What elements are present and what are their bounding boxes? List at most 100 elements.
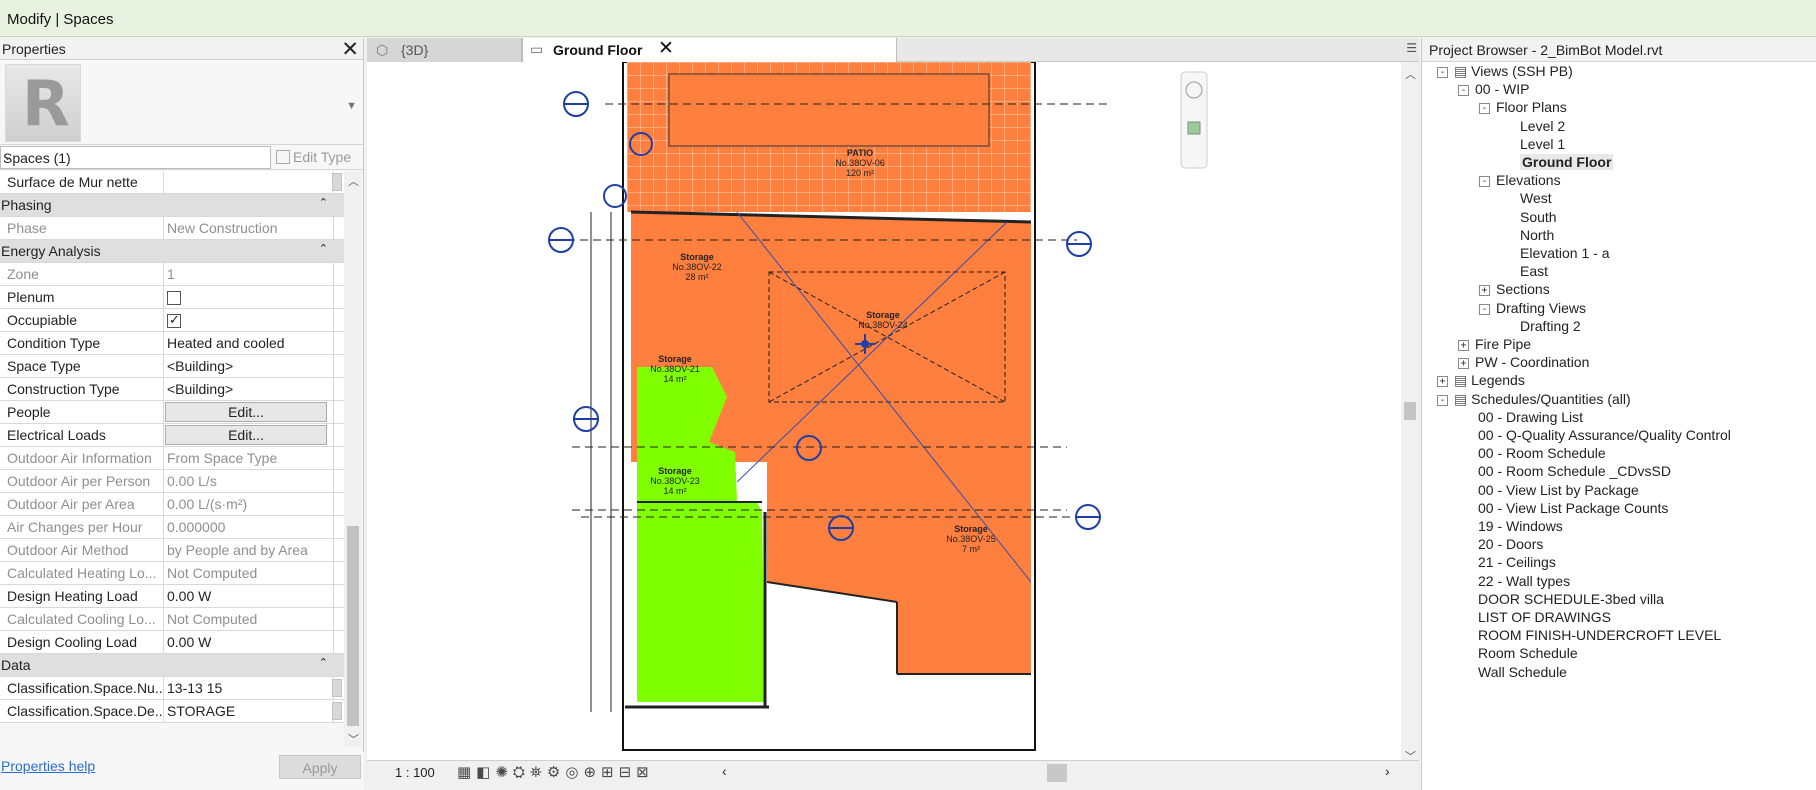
row-action-box[interactable] [332,702,342,720]
property-row[interactable]: Phase New Construction [0,217,344,240]
collapse-icon[interactable]: ⌃ [319,656,328,669]
edit-button[interactable]: Edit... [165,402,327,422]
property-value[interactable]: <Building> [165,378,332,400]
property-value[interactable]: 0.000000 [165,516,332,538]
property-row[interactable]: Classification.Space.De... STORAGE [0,700,344,723]
property-row[interactable]: People Edit... [0,401,344,424]
collapse-icon[interactable]: - [1458,85,1469,97]
scroll-thumb[interactable] [347,526,359,726]
room-name: Storage [680,252,714,262]
storage-room-green-2[interactable] [637,502,765,702]
floor-plan-icon: ▭ [530,41,544,57]
property-row[interactable]: Design Cooling Load 0.00 W [0,631,344,654]
expand-icon[interactable]: + [1458,340,1469,351]
property-value[interactable]: 1 [165,263,332,285]
close-tab-icon[interactable]: ✕ [658,37,674,60]
scroll-up-icon[interactable]: ︿ [348,173,359,189]
tab-menu-icon[interactable]: ☰ [1406,41,1417,55]
tab-ground-floor[interactable]: ▭ Ground Floor ✕ [522,38,897,62]
group-label: Data [1,657,31,673]
room-number: No.38OV-21 [650,364,700,374]
property-value[interactable]: From Space Type [165,447,332,469]
property-value[interactable]: 0.00 L/(s·m²) [165,493,332,515]
expand-icon[interactable]: + [1458,358,1469,370]
property-checkbox[interactable] [167,291,181,305]
horizontal-scroll-thumb[interactable] [1047,764,1067,782]
property-group-header[interactable]: Data ⌃ [0,654,344,677]
property-row[interactable]: Calculated Heating Lo... Not Computed [0,562,344,585]
collapse-icon[interactable]: ⌃ [319,196,328,209]
row-action-box[interactable] [332,679,342,697]
chevron-down-icon[interactable]: ▼ [346,100,357,112]
row-tail [333,539,344,561]
navigation-bar[interactable] [1180,71,1208,169]
drawing-canvas[interactable]: PATIO No.38OV-06 120 m² Storage No.38OV-… [367,62,1401,766]
type-selector-dropdown[interactable]: Spaces (1) ⌄ [0,146,271,169]
canvas-vertical-scrollbar[interactable]: ︿ ﹀ [1401,62,1419,766]
property-row[interactable]: Construction Type <Building> [0,378,344,401]
property-row[interactable]: Condition Type Heated and cooled [0,332,344,355]
expand-icon[interactable]: + [1479,285,1490,297]
zoom-icon[interactable] [1187,121,1201,135]
collapse-icon[interactable]: - [1437,394,1448,406]
expand-icon[interactable]: + [1437,376,1448,388]
property-value[interactable] [165,171,332,193]
scroll-thumb[interactable] [1404,402,1416,420]
property-row[interactable]: Calculated Cooling Lo... Not Computed [0,608,344,631]
property-value[interactable]: 0.00 L/s [165,470,332,492]
edit-type-button[interactable]: Edit Type [276,149,351,165]
tree-node[interactable]: Wall Schedule [1478,664,1567,685]
apply-button[interactable]: Apply [279,755,361,779]
property-value[interactable]: Not Computed [165,562,332,584]
property-value[interactable]: by People and by Area [165,539,332,561]
properties-scrollbar[interactable]: ︿ ﹀ [344,171,362,747]
property-row[interactable]: Design Heating Load 0.00 W [0,585,344,608]
property-row[interactable]: Air Changes per Hour 0.000000 [0,516,344,539]
collapse-icon[interactable]: - [1479,103,1490,115]
property-value[interactable]: Heated and cooled [165,332,332,354]
scroll-up-icon[interactable]: ︿ [1405,66,1416,82]
property-row[interactable]: Classification.Space.Nu... 13-13 15 [0,677,344,700]
property-row[interactable]: Electrical Loads Edit... [0,424,344,447]
property-group-header[interactable]: Energy Analysis ⌃ [0,240,344,263]
property-row[interactable]: Plenum [0,286,344,309]
property-label: Plenum [0,286,164,308]
property-value[interactable]: Not Computed [165,608,332,630]
edit-button[interactable]: Edit... [165,425,327,445]
scroll-right-icon[interactable]: › [1385,763,1390,779]
collapse-icon[interactable]: - [1437,67,1448,78]
scroll-left-icon[interactable]: ‹ [722,763,727,779]
close-icon[interactable]: ✕ [341,37,359,62]
property-row[interactable]: Surface de Mur nette [0,171,344,194]
property-value[interactable]: STORAGE [165,700,332,722]
property-row[interactable]: Outdoor Air Method by People and by Area [0,539,344,562]
tab-ground-floor-label: Ground Floor [553,42,643,58]
properties-help-link[interactable]: Properties help [1,758,95,774]
view-control-icons[interactable]: ▦◧✺⛭⛯⚙◎⊕⊞⊟⊠ [457,763,654,781]
property-row[interactable]: Outdoor Air per Area 0.00 L/(s·m²) [0,493,344,516]
property-row[interactable]: Zone 1 [0,263,344,286]
tree-node-label: Views (SSH PB) [1471,63,1573,79]
property-value[interactable]: New Construction [165,217,332,239]
collapse-icon[interactable]: - [1479,176,1490,188]
property-label: Classification.Space.Nu... [0,677,164,699]
row-tail [333,401,344,423]
property-value[interactable]: 0.00 W [165,631,332,653]
property-checkbox[interactable] [167,312,181,328]
property-row[interactable]: Space Type <Building> [0,355,344,378]
property-label: Calculated Heating Lo... [0,562,164,584]
property-value[interactable]: 13-13 15 [165,677,332,699]
row-action-box[interactable] [332,173,342,191]
property-value[interactable]: 0.00 W [165,585,332,607]
property-row[interactable]: Outdoor Air Information From Space Type [0,447,344,470]
property-value[interactable]: <Building> [165,355,332,377]
collapse-icon[interactable]: ⌃ [319,242,328,255]
row-tail [333,516,344,538]
property-row[interactable]: Outdoor Air per Person 0.00 L/s [0,470,344,493]
property-group-header[interactable]: Phasing ⌃ [0,194,344,217]
tab-3d[interactable]: ⬡ {3D} [367,38,522,62]
scroll-down-icon[interactable]: ﹀ [348,731,359,747]
property-row[interactable]: Occupiable [0,309,344,332]
view-scale[interactable]: 1 : 100 [395,765,435,780]
collapse-icon[interactable]: - [1479,303,1490,315]
